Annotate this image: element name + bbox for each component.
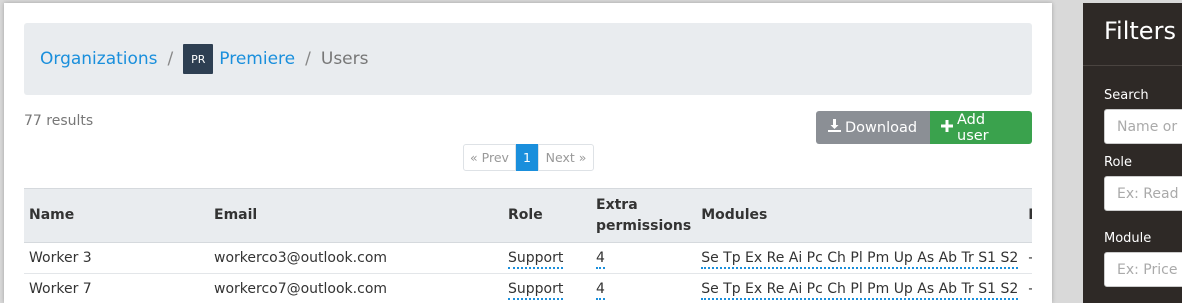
action-buttons: Download Add user — [816, 111, 1032, 144]
add-user-button[interactable]: Add user — [930, 111, 1032, 144]
cell-role: Support — [503, 243, 591, 274]
search-input[interactable]: Name or — [1104, 109, 1182, 144]
column-header-extra-permissions[interactable]: Extra permissions — [591, 189, 696, 243]
add-user-label: Add user — [957, 112, 1020, 144]
cell-re: - — [1023, 243, 1032, 274]
cell-email: workerco3@outlook.com — [209, 243, 503, 274]
cell-name: Worker 3 — [24, 243, 209, 274]
modules-tooltip[interactable]: Se Tp Ex Re Ai Pc Ch Pl Pm Up As Ab Tr S… — [701, 250, 1018, 269]
cell-role: Support — [503, 274, 591, 303]
breadcrumb-separator: / — [168, 49, 174, 69]
column-header-modules[interactable]: Modules — [696, 189, 1023, 243]
cell-name: Worker 7 — [24, 274, 209, 303]
column-header-role[interactable]: Role — [503, 189, 591, 243]
org-avatar: PR — [183, 44, 213, 74]
role-tooltip[interactable]: Support — [508, 281, 563, 300]
table-row[interactable]: Worker 7 workerco7@outlook.com Support 4… — [24, 274, 1032, 303]
module-label: Module — [1104, 231, 1151, 246]
module-input[interactable]: Ex: Price c — [1104, 252, 1182, 287]
breadcrumb-separator: / — [305, 49, 311, 69]
pagination-page-1[interactable]: 1 — [516, 144, 538, 171]
cell-extra-permissions: 4 — [591, 274, 696, 303]
download-icon — [828, 119, 841, 136]
main-panel: Organizations / PR Premiere / Users 77 r… — [4, 3, 1052, 303]
table-row[interactable]: Worker 3 workerco3@outlook.com Support 4… — [24, 243, 1032, 274]
search-label: Search — [1104, 88, 1149, 103]
column-header-re[interactable]: Re — [1023, 189, 1032, 243]
role-tooltip[interactable]: Support — [508, 250, 563, 269]
filters-panel: Filters Search Name or Role Ex: Read o M… — [1083, 3, 1182, 303]
cell-re: - — [1023, 274, 1032, 303]
role-input[interactable]: Ex: Read o — [1104, 176, 1182, 211]
cell-extra-permissions: 4 — [591, 243, 696, 274]
pagination-next[interactable]: Next » — [538, 144, 594, 171]
pagination-prev[interactable]: « Prev — [463, 144, 516, 171]
breadcrumb-org-link[interactable]: Premiere — [219, 49, 295, 69]
users-table: Name Email Role Extra permissions Module… — [24, 188, 1032, 303]
filters-divider — [1083, 65, 1182, 66]
extra-permissions-tooltip[interactable]: 4 — [596, 250, 605, 269]
extra-permissions-tooltip[interactable]: 4 — [596, 281, 605, 300]
filters-title: Filters — [1104, 17, 1176, 45]
plus-icon — [941, 120, 953, 136]
download-label: Download — [845, 120, 917, 136]
column-header-email[interactable]: Email — [209, 189, 503, 243]
table-header-row: Name Email Role Extra permissions Module… — [24, 189, 1032, 243]
modules-tooltip[interactable]: Se Tp Ex Re Ai Pc Ch Pl Pm Up As Ab Tr S… — [701, 281, 1018, 300]
breadcrumb: Organizations / PR Premiere / Users — [24, 23, 1032, 95]
results-count: 77 results — [24, 113, 93, 129]
role-label: Role — [1104, 155, 1132, 170]
download-button[interactable]: Download — [816, 111, 930, 144]
cell-modules: Se Tp Ex Re Ai Pc Ch Pl Pm Up As Ab Tr S… — [696, 274, 1023, 303]
breadcrumb-current: Users — [321, 49, 369, 69]
cell-modules: Se Tp Ex Re Ai Pc Ch Pl Pm Up As Ab Tr S… — [696, 243, 1023, 274]
breadcrumb-organizations-link[interactable]: Organizations — [40, 49, 158, 69]
pagination: « Prev 1 Next » — [463, 144, 594, 171]
cell-email: workerco7@outlook.com — [209, 274, 503, 303]
column-header-name[interactable]: Name — [24, 189, 209, 243]
